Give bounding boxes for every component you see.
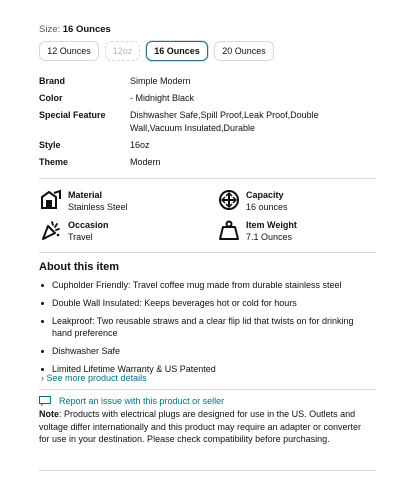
divider xyxy=(39,178,376,179)
see-more-label: See more product details xyxy=(46,373,147,383)
spec-row: Style 16oz xyxy=(39,139,339,152)
size-line: Size: 16 Ounces xyxy=(39,24,111,35)
spec-key: Style xyxy=(39,140,61,150)
divider xyxy=(39,389,376,390)
divider xyxy=(39,252,376,253)
size-option-16-ounces-selected[interactable]: 16 Ounces xyxy=(146,41,208,61)
feature-title: Item Weight xyxy=(246,220,297,230)
spec-row: Special Feature Dishwasher Safe,Spill Pr… xyxy=(39,109,339,135)
note-label: Note xyxy=(39,409,59,419)
capacity-icon xyxy=(218,189,240,211)
feature-title: Occasion xyxy=(68,220,109,230)
feature-value: Travel xyxy=(68,232,93,242)
about-title: About this item xyxy=(39,261,120,273)
list-item: Cupholder Friendly: Travel coffee mug ma… xyxy=(39,279,374,291)
weight-icon xyxy=(218,219,240,241)
report-label: Report an issue with this product or sel… xyxy=(59,396,225,406)
report-issue-link[interactable]: Report an issue with this product or sel… xyxy=(39,396,224,406)
product-details-panel: Size: 16 Ounces 12 Ounces 12oz 16 Ounces… xyxy=(0,0,418,491)
feature-occasion: Occasion Travel xyxy=(40,219,109,243)
size-label: Size: xyxy=(39,24,61,35)
selected-size: 16 Ounces xyxy=(62,24,111,35)
feature-capacity: Capacity 16 ounces xyxy=(218,189,288,213)
feature-item-weight: Item Weight 7.1 Ounces xyxy=(218,219,297,243)
feature-value: 7.1 Ounces xyxy=(246,232,293,242)
feature-title: Material xyxy=(68,190,103,200)
size-option-12oz-unavailable[interactable]: 12oz xyxy=(105,41,140,61)
size-option-20-ounces[interactable]: 20 Ounces xyxy=(214,41,274,61)
spec-value: Simple Modern xyxy=(130,76,191,86)
spec-key: Special Feature xyxy=(39,110,106,120)
see-more-link[interactable]: › See more product details xyxy=(41,373,147,383)
note-body: : Products with electrical plugs are des… xyxy=(39,409,362,444)
spec-key: Theme xyxy=(39,157,69,167)
size-option-12-ounces[interactable]: 12 Ounces xyxy=(39,41,99,61)
occasion-icon xyxy=(40,219,62,241)
flag-icon xyxy=(39,396,51,406)
spec-value: Dishwasher Safe,Spill Proof,Leak Proof,D… xyxy=(130,110,319,133)
feature-material: Material Stainless Steel xyxy=(40,189,128,213)
feature-title: Capacity xyxy=(246,190,284,200)
material-icon xyxy=(40,189,62,211)
spec-row: Brand Simple Modern xyxy=(39,75,339,88)
specs-table: Brand Simple Modern Color - Midnight Bla… xyxy=(39,75,339,173)
spec-row: Color - Midnight Black xyxy=(39,92,339,105)
spec-key: Brand xyxy=(39,76,66,86)
note-text: Note: Products with electrical plugs are… xyxy=(39,408,374,446)
feature-value: Stainless Steel xyxy=(68,202,128,212)
spec-key: Color xyxy=(39,93,63,103)
spec-value: 16oz xyxy=(130,140,150,150)
list-item: Dishwasher Safe xyxy=(39,345,374,357)
size-options: 12 Ounces 12oz 16 Ounces 20 Ounces xyxy=(39,41,274,61)
feature-value: 16 ounces xyxy=(246,202,288,212)
divider xyxy=(39,470,376,471)
chevron-right-icon: › xyxy=(41,373,44,383)
about-bullets: Cupholder Friendly: Travel coffee mug ma… xyxy=(39,279,374,381)
spec-row: Theme Modern xyxy=(39,156,339,169)
spec-value: - Midnight Black xyxy=(130,93,195,103)
spec-value: Modern xyxy=(130,157,161,167)
list-item: Double Wall Insulated: Keeps beverages h… xyxy=(39,297,374,309)
list-item: Leakproof: Two reusable straws and a cle… xyxy=(39,315,374,339)
